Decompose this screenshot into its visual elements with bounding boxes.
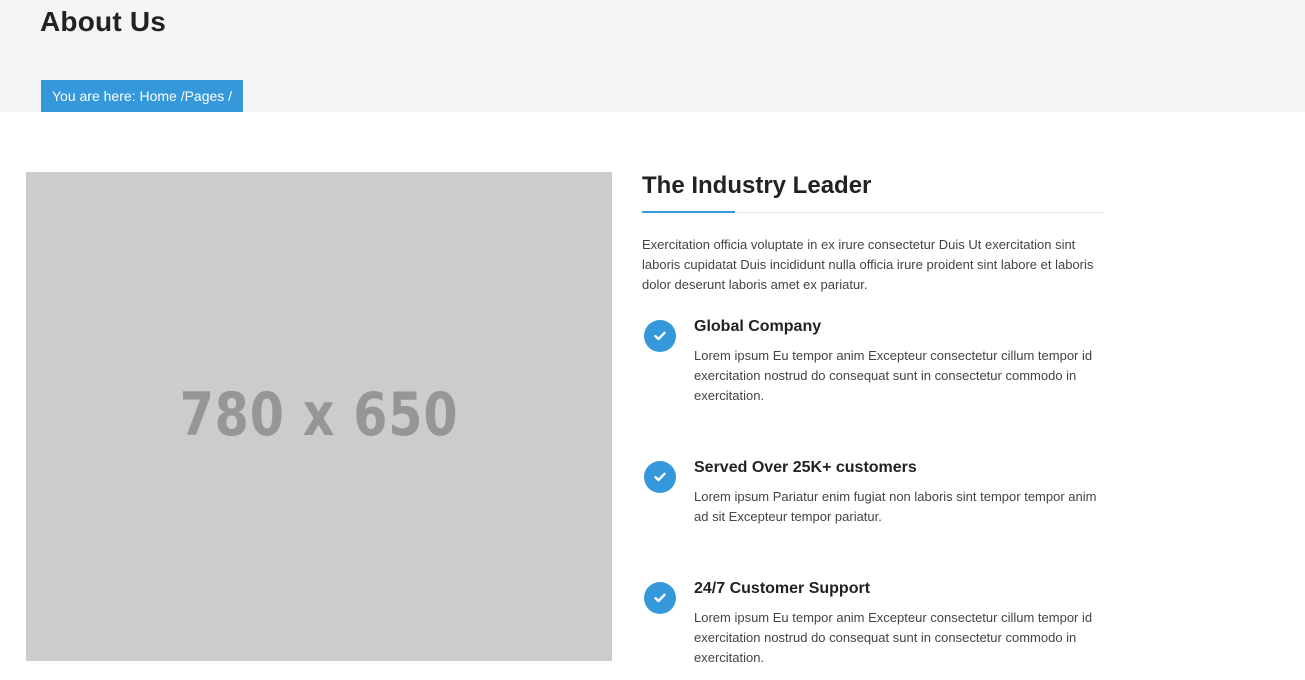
about-content: The Industry Leader Exercitation officia… [642, 170, 1104, 668]
feature-title: Global Company [694, 318, 822, 335]
placeholder-image: 780 x 650 [26, 172, 612, 661]
feature-text: Lorem ipsum Pariatur enim fugiat non lab… [694, 489, 1097, 524]
page-header: About Us You are here: Home /Pages / [0, 0, 1305, 112]
section-title: The Industry Leader [642, 172, 872, 199]
intro-paragraph: Exercitation officia voluptate in ex iru… [642, 237, 1094, 292]
breadcrumb-link-pages[interactable]: Pages / [185, 88, 232, 104]
feature-item-global-company: Global Company Lorem ipsum Eu tempor ani… [642, 316, 1104, 406]
feature-item-support: 24/7 Customer Support Lorem ipsum Eu tem… [642, 578, 1104, 668]
feature-text: Lorem ipsum Eu tempor anim Excepteur con… [694, 348, 1093, 403]
title-divider [642, 211, 1104, 213]
breadcrumb: You are here: Home /Pages / [41, 80, 244, 112]
check-circle-icon [644, 320, 676, 352]
check-circle-icon [644, 582, 676, 614]
feature-item-customers: Served Over 25K+ customers Lorem ipsum P… [642, 457, 1104, 527]
page-title: About Us [40, 6, 167, 37]
check-circle-icon [644, 461, 676, 493]
feature-title: 24/7 Customer Support [694, 580, 871, 597]
breadcrumb-prefix: You are here: [52, 88, 140, 104]
breadcrumb-link-home[interactable]: Home / [139, 88, 184, 104]
feature-text: Lorem ipsum Eu tempor anim Excepteur con… [694, 610, 1093, 665]
placeholder-image-text: 780 x 650 [179, 379, 459, 450]
feature-title: Served Over 25K+ customers [694, 459, 917, 476]
title-divider-accent [642, 211, 735, 213]
